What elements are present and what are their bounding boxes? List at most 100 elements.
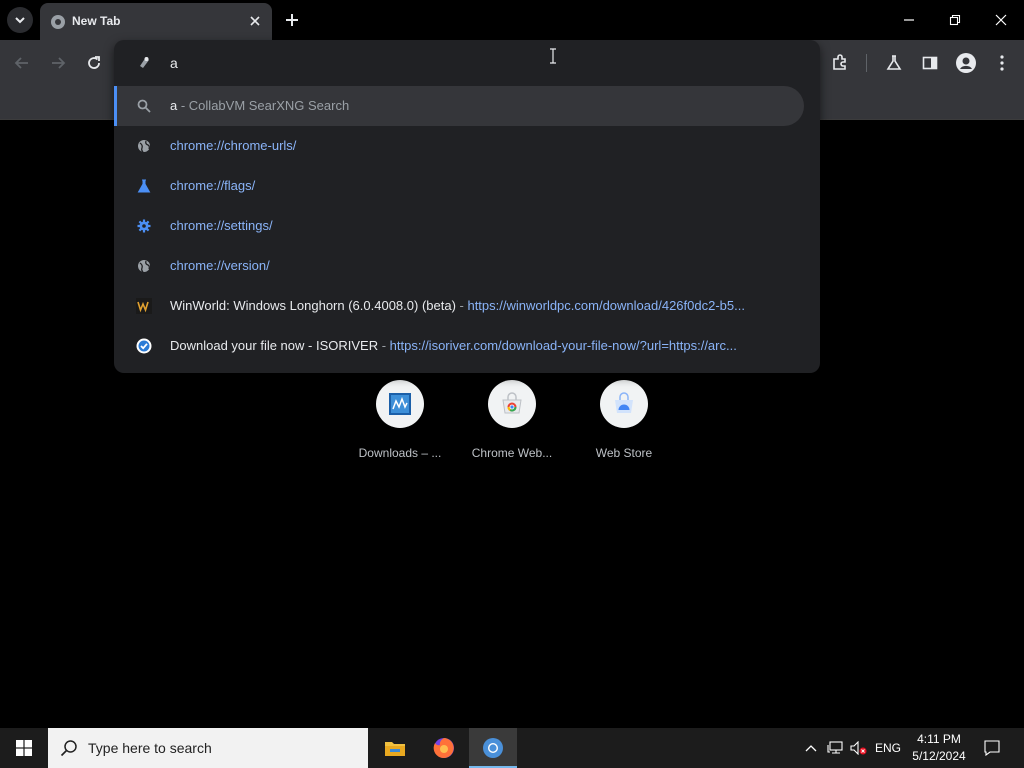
suggestion-detail: CollabVM SearXNG Search — [188, 98, 350, 113]
omnibox-suggestion[interactable]: chrome://version/ — [114, 246, 820, 286]
suggestion-title: Download your file now - ISORIVER — [170, 338, 379, 353]
shortcut-label: Chrome Web... — [471, 446, 553, 460]
suggestion-url: chrome://settings/ — [170, 218, 273, 233]
omnibox-suggestion[interactable]: chrome://chrome-urls/ — [114, 126, 820, 166]
suggestion-separator: - — [378, 338, 390, 353]
close-icon — [995, 14, 1007, 26]
notifications-button[interactable] — [980, 728, 1004, 768]
folder-icon — [385, 742, 405, 756]
plus-icon — [286, 14, 298, 26]
omnibox-suggestion[interactable]: a - CollabVM SearXNG Search — [114, 86, 804, 126]
windows-logo-icon — [16, 740, 32, 756]
chrome-tab-icon — [51, 15, 65, 29]
tab-search-button[interactable] — [7, 7, 33, 33]
taskbar-file-explorer[interactable] — [371, 728, 419, 768]
network-icon — [827, 741, 843, 754]
profile-button[interactable] — [952, 49, 980, 77]
reload-button[interactable] — [80, 49, 108, 77]
shortcut-label: Downloads – ... — [358, 446, 442, 460]
omnibox-dropdown: a a - CollabVM SearXNG Search chrome://c… — [114, 40, 820, 373]
side-panel-icon — [922, 56, 938, 70]
back-button[interactable] — [8, 49, 36, 77]
labs-button[interactable] — [880, 49, 908, 77]
arrow-left-icon — [14, 57, 28, 69]
taskbar-search-box[interactable]: Type here to search — [48, 728, 368, 768]
omnibox-suggestion[interactable]: WinWorld: Windows Longhorn (6.0.4008.0) … — [114, 286, 820, 326]
suggestion-url: chrome://version/ — [170, 258, 270, 273]
arrow-right-icon — [52, 57, 66, 69]
ibeam-cursor-icon — [550, 48, 556, 64]
menu-button[interactable] — [988, 49, 1016, 77]
suggestion-title: WinWorld: Windows Longhorn (6.0.4008.0) … — [170, 298, 456, 313]
toolbar-divider — [866, 54, 867, 72]
tab-strip: New Tab — [0, 0, 1024, 40]
omnibox-input-row[interactable]: a — [114, 40, 820, 86]
close-icon — [250, 16, 260, 26]
search-icon — [136, 98, 152, 114]
shortcut-downloads[interactable]: Downloads – ... — [352, 380, 448, 470]
chrome-icon — [483, 738, 503, 758]
taskbar-clock[interactable]: 4:11 PM 5/12/2024 — [904, 731, 974, 765]
notification-icon — [984, 740, 1000, 756]
puzzle-icon — [833, 54, 846, 70]
volume-muted-icon — [850, 741, 867, 755]
restore-button[interactable] — [932, 0, 978, 40]
new-tab-button[interactable] — [280, 8, 304, 32]
firefox-icon — [433, 738, 454, 758]
suggestion-url: chrome://chrome-urls/ — [170, 138, 297, 153]
suggestion-separator: - — [455, 298, 468, 313]
suggestion-url: https://winworldpc.com/download/426f0dc2… — [467, 298, 745, 313]
tab-title: New Tab — [72, 14, 121, 28]
reload-icon — [88, 56, 100, 69]
shortcut-tile — [600, 380, 648, 428]
web-store-icon — [615, 392, 633, 413]
minimize-icon — [904, 19, 914, 21]
omnibox-suggestion[interactable]: Download your file now - ISORIVER - http… — [114, 326, 820, 366]
clock-time: 4:11 PM — [917, 732, 961, 746]
tray-language[interactable]: ENG — [872, 728, 904, 768]
minimize-button[interactable] — [886, 0, 932, 40]
flask-icon — [136, 178, 152, 194]
search-engine-icon — [140, 57, 149, 68]
tray-network[interactable] — [824, 728, 846, 768]
isoriver-icon — [136, 338, 152, 354]
shortcut-tile — [488, 380, 536, 428]
avatar-icon — [956, 53, 976, 73]
extensions-button[interactable] — [826, 49, 854, 77]
suggestion-url: https://isoriver.com/download-your-file-… — [389, 338, 737, 353]
chevron-up-icon — [805, 745, 817, 752]
omnibox-input[interactable]: a — [170, 55, 178, 71]
gear-icon — [136, 218, 152, 234]
side-panel-button[interactable] — [916, 49, 944, 77]
chrome-web-store-icon — [502, 392, 522, 414]
forward-button[interactable] — [44, 49, 72, 77]
taskbar-firefox[interactable] — [420, 728, 468, 768]
flask-icon — [886, 55, 902, 70]
shortcut-label: Web Store — [595, 446, 653, 460]
downloads-site-icon — [389, 393, 411, 415]
tray-overflow-button[interactable] — [800, 728, 822, 768]
tray-volume[interactable] — [848, 728, 870, 768]
close-window-button[interactable] — [978, 0, 1024, 40]
taskbar: Type here to search ENG 4:11 PM 5/12/202… — [0, 728, 1024, 768]
omnibox-suggestion[interactable]: chrome://flags/ — [114, 166, 820, 206]
shortcut-web-store[interactable]: Web Store — [576, 380, 672, 470]
clock-date: 5/12/2024 — [912, 749, 966, 763]
suggestion-separator: - — [177, 98, 189, 113]
restore-icon — [949, 14, 961, 26]
shortcut-tile — [376, 380, 424, 428]
omnibox-suggestion[interactable]: chrome://settings/ — [114, 206, 820, 246]
winworld-icon — [136, 298, 152, 314]
globe-icon — [136, 138, 152, 154]
shortcut-chrome-web-store[interactable]: Chrome Web... — [464, 380, 560, 470]
taskbar-chrome[interactable] — [469, 728, 517, 768]
tab-close-button[interactable] — [246, 12, 264, 30]
suggestion-url: chrome://flags/ — [170, 178, 256, 193]
tab-new-tab[interactable]: New Tab — [40, 3, 272, 40]
chevron-down-icon — [15, 17, 25, 24]
globe-icon — [136, 258, 152, 274]
start-button[interactable] — [0, 728, 48, 768]
more-vert-icon — [1000, 55, 1004, 71]
search-icon — [60, 740, 77, 757]
taskbar-search-placeholder: Type here to search — [88, 740, 212, 756]
